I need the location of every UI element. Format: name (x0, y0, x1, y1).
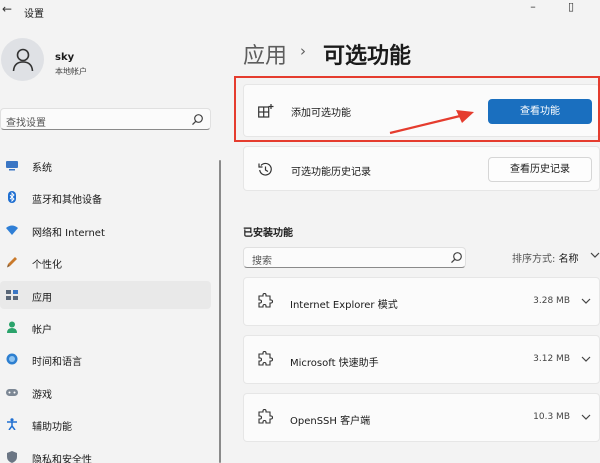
personalization-icon (7, 257, 17, 268)
network-icon (6, 225, 18, 235)
account-type: 本地帐户 (55, 67, 87, 76)
puzzle-icon (258, 293, 274, 308)
sidebar-item-accessibility[interactable]: 辅助功能 (0, 410, 211, 438)
installed-features-title: 已安装功能 (243, 228, 293, 239)
sidebar-item-gaming[interactable]: 游戏 (0, 378, 211, 406)
feature-search-input[interactable]: 搜索 (243, 247, 466, 268)
sidebar-item-label: 隐私和安全性 (32, 455, 92, 463)
chevron-down-icon[interactable] (581, 413, 591, 421)
puzzle-icon (258, 351, 274, 366)
feature-row-openssh[interactable]: OpenSSH 客户端 10.3 MB (243, 393, 600, 442)
sort-dropdown[interactable]: 排序方式: 名称 (512, 250, 579, 265)
feature-name: Microsoft 快速助手 (290, 358, 379, 369)
avatar[interactable] (1, 38, 44, 81)
history-icon (258, 162, 272, 176)
search-placeholder: 查找设置 (6, 118, 46, 129)
sidebar-item-label: 系统 (32, 163, 52, 174)
window-title: 设置 (24, 9, 44, 20)
apps-icon (6, 290, 18, 300)
breadcrumb-separator: › (300, 42, 306, 60)
search-icon[interactable] (450, 251, 463, 264)
breadcrumb-parent[interactable]: 应用 (243, 38, 287, 70)
sidebar-item-personalization[interactable]: 个性化 (0, 248, 211, 276)
sidebar-item-label: 网络和 Internet (32, 228, 105, 239)
sidebar-item-label: 帐户 (32, 325, 52, 336)
chevron-down-icon[interactable] (581, 355, 591, 363)
accessibility-icon (7, 418, 17, 430)
sidebar-item-apps[interactable]: 应用 (0, 281, 211, 309)
settings-search-input[interactable]: 查找设置 (0, 108, 211, 130)
feature-size: 10.3 MB (533, 412, 570, 422)
sidebar-item-accounts[interactable]: 帐户 (0, 313, 211, 341)
sidebar-item-bluetooth[interactable]: 蓝牙和其他设备 (0, 183, 211, 211)
chevron-down-icon[interactable] (590, 251, 600, 259)
search-icon[interactable] (191, 113, 204, 126)
accounts-icon (7, 321, 17, 333)
sidebar-item-network[interactable]: 网络和 Internet (0, 216, 211, 244)
privacy-icon (7, 451, 17, 463)
sidebar-item-label: 应用 (32, 293, 52, 304)
feature-row-quick-assist[interactable]: Microsoft 快速助手 3.12 MB (243, 335, 600, 384)
time-language-icon (6, 353, 18, 365)
gaming-icon (6, 389, 18, 396)
sidebar-item-privacy[interactable]: 隐私和安全性 (0, 443, 211, 463)
user-icon (12, 48, 34, 72)
view-history-button[interactable]: 查看历史记录 (488, 157, 592, 182)
back-arrow-icon[interactable]: ← (0, 2, 14, 16)
maximize-button[interactable]: ▯ (556, 0, 586, 18)
feature-size: 3.12 MB (533, 354, 570, 364)
sidebar-item-system[interactable]: 系统 (0, 151, 211, 179)
chevron-down-icon[interactable] (581, 297, 591, 305)
feature-history-card[interactable]: 可选功能历史记录 查看历史记录 (243, 146, 600, 191)
bluetooth-icon (8, 191, 16, 203)
nav-scrollbar[interactable] (219, 160, 221, 463)
feature-name: Internet Explorer 模式 (290, 300, 398, 311)
sidebar-item-label: 游戏 (32, 390, 52, 401)
minimize-button[interactable]: – (518, 0, 548, 18)
sidebar-item-label: 辅助功能 (32, 422, 72, 433)
sort-label: 排序方式: (512, 254, 556, 265)
feature-row-ie-mode[interactable]: Internet Explorer 模式 3.28 MB (243, 277, 600, 326)
sidebar-item-label: 时间和语言 (32, 357, 82, 368)
sort-value: 名称 (558, 254, 579, 265)
page-title: 可选功能 (323, 44, 412, 69)
feature-search-placeholder: 搜索 (252, 256, 272, 267)
title-bar: ← 设置 – ▯ (0, 0, 600, 24)
sidebar-item-label: 蓝牙和其他设备 (32, 195, 102, 206)
feature-name: OpenSSH 客户端 (290, 416, 371, 427)
user-name: sky (55, 52, 75, 63)
feature-size: 3.28 MB (533, 296, 570, 306)
annotation-arrow-icon (389, 110, 474, 135)
sidebar-item-time-language[interactable]: 时间和语言 (0, 345, 211, 373)
puzzle-icon (258, 409, 274, 424)
system-icon (6, 161, 18, 171)
history-label: 可选功能历史记录 (291, 167, 371, 178)
sidebar-item-label: 个性化 (32, 260, 62, 271)
